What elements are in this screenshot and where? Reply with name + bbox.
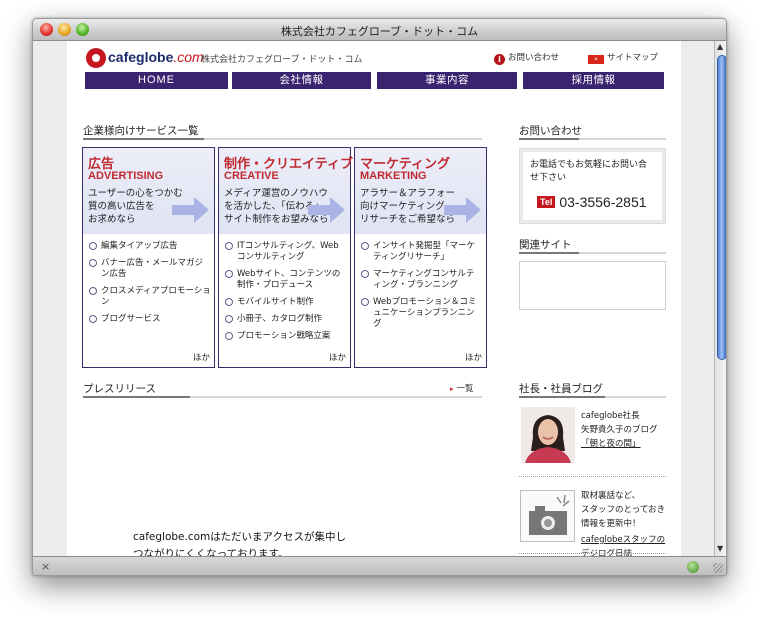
- blog-rule: [519, 396, 666, 398]
- service-item-link[interactable]: ITコンサルティング、Webコンサルティング: [225, 241, 346, 263]
- service-title-en: CREATIVE: [224, 170, 279, 182]
- status-bar: ×: [33, 556, 726, 575]
- president-photo[interactable]: [521, 407, 575, 463]
- arrow-right-icon: [444, 197, 481, 223]
- service-banner: マーケティング MARKETING アラサー＆アラフォー 向けマーケティング リサー…: [355, 148, 486, 234]
- service-banner: 広告 ADVERTISING ユーザーの心をつかむ 質の高い広告を お求めなら: [83, 148, 214, 234]
- service-item-link[interactable]: Webプロモーション＆コミュニケーションプランニング: [361, 297, 482, 330]
- nav-company[interactable]: 会社情報: [232, 72, 371, 89]
- nav-recruit[interactable]: 採用情報: [523, 72, 664, 89]
- tel-badge: Tel: [537, 196, 556, 208]
- camera-icon: [529, 494, 570, 535]
- related-sites-box: [519, 261, 666, 310]
- service-banner: 制作・クリエイティブ CREATIVE メディア運営のノウハウ を活かした、「伝わ…: [219, 148, 353, 234]
- nav-home[interactable]: HOME: [85, 72, 228, 89]
- contact-rule: [519, 138, 666, 140]
- scroll-thumb[interactable]: [717, 55, 726, 360]
- service-more-link[interactable]: ほか: [329, 351, 346, 363]
- president-blog-info: cafeglobe社長 矢野貴久子のブログ 「朝と夜の間」: [581, 411, 658, 451]
- window-title: 株式会社カフェグローブ・ドット・コム: [280, 25, 479, 38]
- phone-number[interactable]: Tel 03-3556-2851: [537, 194, 647, 210]
- divider: [519, 476, 666, 477]
- service-title-en: MARKETING: [360, 170, 427, 182]
- scroll-up-icon[interactable]: ▲: [717, 42, 723, 51]
- title-bar[interactable]: 株式会社カフェグローブ・ドット・コム: [33, 19, 726, 41]
- service-more-link[interactable]: ほか: [193, 351, 210, 363]
- service-item-link[interactable]: 小冊子、カタログ制作: [225, 314, 346, 325]
- header-sitemap-link[interactable]: » サイトマップ: [588, 51, 658, 64]
- service-box-advertising[interactable]: 広告 ADVERTISING ユーザーの心をつかむ 質の高い広告を お求めなら 編集…: [82, 147, 215, 368]
- service-box-creative[interactable]: 制作・クリエイティブ CREATIVE メディア運営のノウハウ を活かした、「伝わ…: [218, 147, 353, 368]
- arrow-right-icon: [172, 197, 209, 223]
- service-item-link[interactable]: インサイト発掘型「マーケティングリサーチ」: [361, 241, 482, 263]
- nav-business[interactable]: 事業内容: [377, 72, 517, 89]
- service-item-list: ITコンサルティング、Webコンサルティング Webサイト、コンテンツの制作・プ…: [225, 241, 346, 348]
- service-item-link[interactable]: Webサイト、コンテンツの制作・プロデュース: [225, 269, 346, 291]
- header-contact-link[interactable]: i お問い合わせ: [494, 51, 559, 65]
- related-rule: [519, 252, 666, 254]
- logo-mark-icon: [86, 48, 106, 68]
- browser-window: 株式会社カフェグローブ・ドット・コム cafeglobe.com 株式会社カフェ…: [32, 18, 727, 576]
- service-item-link[interactable]: モバイルサイト制作: [225, 297, 346, 308]
- service-item-link[interactable]: ブログサービス: [89, 314, 214, 325]
- service-item-list: インサイト発掘型「マーケティングリサーチ」 マーケティングコンサルティング・プラ…: [361, 241, 482, 336]
- press-list-link[interactable]: ▸ 一覧: [450, 382, 474, 394]
- contact-text: お電話でもお気軽にお問い合 せ下さい: [530, 160, 648, 183]
- service-item-link[interactable]: 編集タイアップ広告: [89, 241, 214, 252]
- close-tab-icon[interactable]: ×: [41, 560, 50, 573]
- service-item-list: 編集タイアップ広告 バナー広告・メールマガジン広告 クロスメディアプロモーション…: [89, 241, 214, 331]
- vertical-scrollbar[interactable]: ▲ ▼: [714, 41, 726, 556]
- service-item-link[interactable]: バナー広告・メールマガジン広告: [89, 258, 207, 280]
- contact-inner: お電話でもお気軽にお問い合 せ下さい Tel 03-3556-2851: [523, 152, 662, 220]
- related-heading: 関連サイト: [519, 239, 572, 251]
- press-heading: プレスリリース: [83, 383, 156, 395]
- staff-blog-thumbnail[interactable]: [520, 490, 575, 542]
- page-content: cafeglobe.com 株式会社カフェグローブ・ドット・コム i お問い合わせ…: [33, 41, 714, 556]
- portrait-image: [521, 407, 575, 463]
- status-indicator-icon: [687, 561, 699, 573]
- service-description: アラサー＆アラフォー 向けマーケティング リサーチをご希望なら: [360, 188, 456, 225]
- blog-heading: 社長・社員ブログ: [519, 383, 603, 395]
- staff-blog-info: 取材裏話など、 スタッフのとっておき 情報を更新中！ cafeglobeスタッフ…: [581, 489, 665, 556]
- service-description: ユーザーの心をつかむ 質の高い広告を お求めなら: [88, 188, 183, 225]
- service-item-link[interactable]: プロモーション戦略立案: [225, 331, 346, 342]
- president-blog-link[interactable]: 「朝と夜の間」: [581, 437, 658, 451]
- press-rule: [83, 396, 482, 398]
- service-item-link[interactable]: クロスメディアプロモーション: [89, 286, 214, 308]
- service-more-link[interactable]: ほか: [465, 351, 482, 363]
- logo-text: cafeglobe.com: [108, 49, 204, 65]
- service-title-en: ADVERTISING: [88, 170, 164, 182]
- services-heading: 企業様向けサービス一覧: [83, 125, 199, 137]
- busy-notice: cafeglobe.comはただいまアクセスが集中し つながりにくくなっておりま…: [133, 531, 347, 556]
- info-icon: i: [494, 54, 505, 65]
- scroll-down-icon[interactable]: ▼: [717, 544, 723, 553]
- page-margin-right: [681, 41, 714, 556]
- service-box-marketing[interactable]: マーケティング MARKETING アラサー＆アラフォー 向けマーケティング リサー…: [354, 147, 487, 368]
- bullet-arrow-icon: ▸: [450, 385, 454, 393]
- company-name: 株式会社カフェグローブ・ドット・コム: [201, 55, 363, 65]
- services-rule: [83, 138, 482, 140]
- service-item-link[interactable]: マーケティングコンサルティング・プランニング: [361, 269, 482, 291]
- contact-heading: お問い合わせ: [519, 125, 582, 137]
- page-margin-left: [33, 41, 67, 556]
- contact-box: お電話でもお気軽にお問い合 せ下さい Tel 03-3556-2851: [519, 148, 666, 224]
- arrow-right-icon: [308, 197, 345, 223]
- double-arrow-icon: »: [588, 55, 604, 64]
- resize-grip-icon[interactable]: [713, 563, 723, 573]
- divider: [519, 553, 666, 554]
